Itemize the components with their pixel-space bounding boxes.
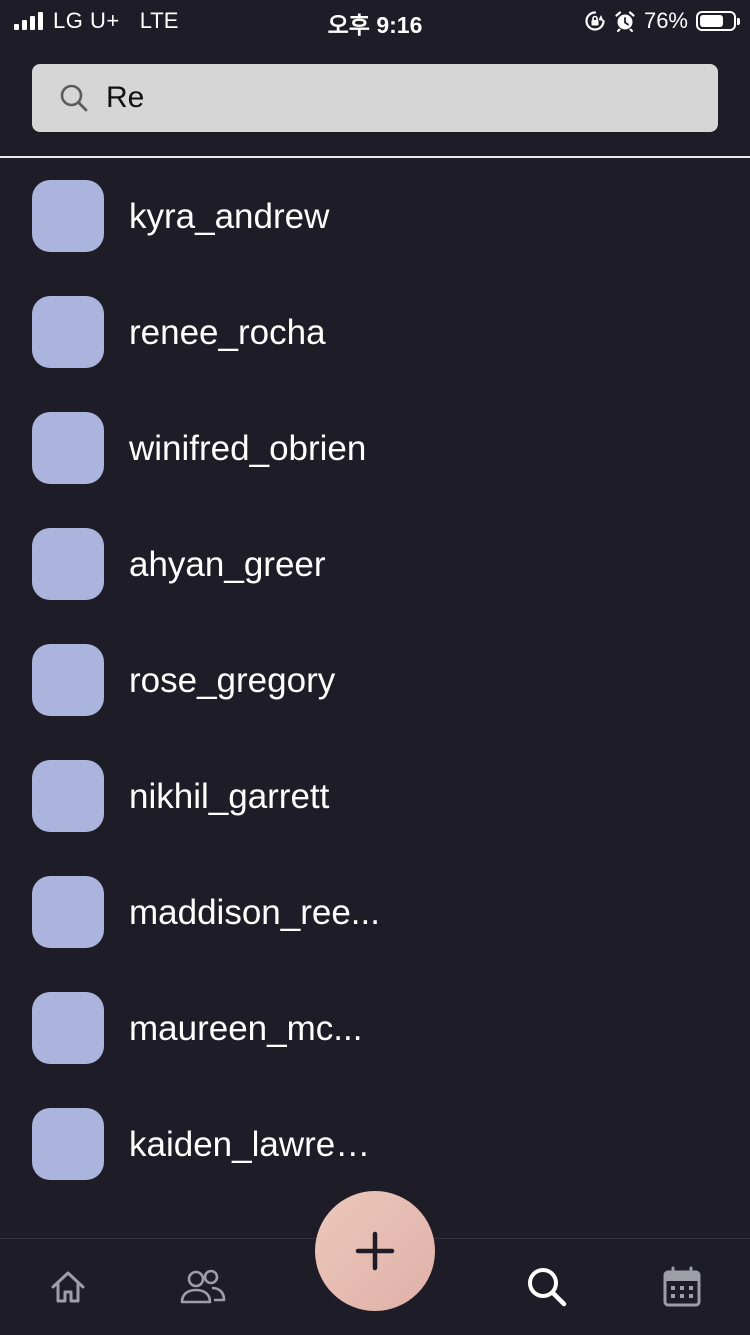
orientation-lock-icon [585, 11, 605, 31]
calendar-icon [663, 1266, 701, 1307]
avatar [32, 412, 104, 484]
status-bar-right: 76% [584, 7, 740, 35]
username-label: maddison_ree... [129, 893, 380, 932]
friends-icon [180, 1269, 226, 1304]
alarm-icon [615, 11, 635, 32]
user-result-item[interactable]: renee_rocha [0, 274, 750, 390]
user-result-item[interactable]: maureen_mc... [0, 970, 750, 1086]
avatar [32, 876, 104, 948]
username-label: rose_gregory [129, 661, 336, 700]
plus-icon [355, 1231, 395, 1271]
user-result-item[interactable]: kyra_andrew [0, 158, 750, 274]
username-label: maureen_mc... [129, 1009, 363, 1048]
nav-calendar[interactable] [637, 1239, 727, 1335]
user-result-item[interactable]: kaiden_lawren... [0, 1086, 750, 1202]
search-bar[interactable] [32, 64, 718, 132]
username-label: ahyan_greer [129, 545, 326, 584]
username-label: nikhil_garrett [129, 777, 330, 816]
avatar [32, 296, 104, 368]
avatar [32, 180, 104, 252]
battery-icon [696, 11, 740, 31]
nav-search[interactable] [502, 1239, 592, 1335]
user-result-item[interactable]: rose_gregory [0, 622, 750, 738]
nav-home[interactable] [23, 1239, 113, 1335]
avatar [32, 760, 104, 832]
avatar [32, 528, 104, 600]
home-icon [51, 1271, 85, 1303]
username-label: winifred_obrien [129, 429, 367, 468]
username-label: renee_rocha [129, 313, 326, 352]
username-label: kyra_andrew [129, 197, 330, 236]
search-icon [60, 84, 88, 112]
user-result-item[interactable]: winifred_obrien [0, 390, 750, 506]
status-bar: LG U+ LTE 오후 9:16 76% [0, 0, 750, 40]
search-icon [528, 1268, 567, 1307]
battery-percent: 76% [643, 8, 688, 33]
avatar [32, 644, 104, 716]
username-label: kaiden_lawren... [129, 1125, 381, 1164]
add-button[interactable] [315, 1191, 435, 1311]
search-input[interactable] [106, 64, 696, 132]
user-result-item[interactable]: nikhil_garrett [0, 738, 750, 854]
avatar [32, 1108, 104, 1180]
user-result-item[interactable]: maddison_ree... [0, 854, 750, 970]
nav-friends[interactable] [158, 1239, 248, 1335]
avatar [32, 992, 104, 1064]
user-result-item[interactable]: ahyan_greer [0, 506, 750, 622]
search-results-list: kyra_andrew renee_rocha winifred_obrienahy… [0, 158, 750, 1202]
battery-level [700, 15, 724, 27]
